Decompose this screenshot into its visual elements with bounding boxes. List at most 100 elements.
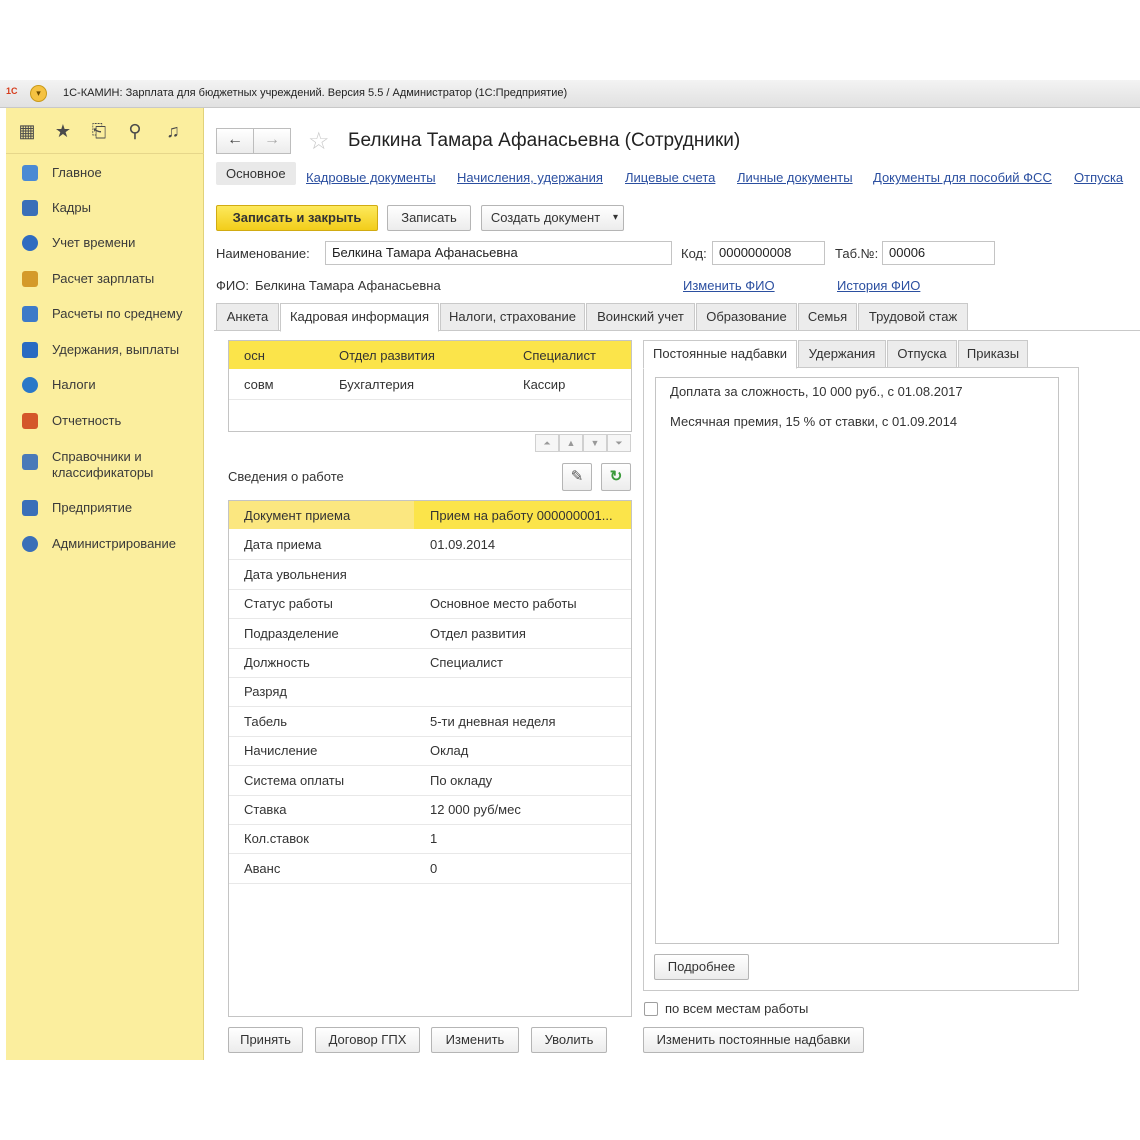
linktab-accounts[interactable]: Лицевые счета [625, 170, 715, 185]
table-cell-key: Система оплаты [244, 772, 345, 788]
sidebar-item-label: Главное [52, 165, 102, 180]
move-bottom-icon[interactable]: ⏷ [607, 434, 631, 452]
hire-button[interactable]: Принять [228, 1027, 303, 1053]
sidebar-item-enterprise[interactable]: Предприятие [6, 493, 204, 523]
table-cell-key: Табель [244, 713, 288, 729]
grid-icon[interactable]: ▦ [16, 120, 38, 142]
linktab-vacations[interactable]: Отпуска [1074, 170, 1123, 185]
linktab-hr-docs[interactable]: Кадровые документы [306, 170, 436, 185]
move-down-icon[interactable]: ▼ [583, 434, 607, 452]
name-field[interactable]: Белкина Тамара Афанасьевна [325, 241, 672, 265]
table-cell-key: Подразделение [244, 625, 339, 641]
chart-icon [22, 306, 38, 322]
code-field[interactable]: 0000000008 [712, 241, 825, 265]
sidebar-item-label: Отчетность [52, 413, 122, 428]
table-cell-key: Начисление [244, 743, 318, 759]
table-cell-value: Оклад [430, 743, 469, 759]
bell-icon[interactable]: ♫ [162, 120, 184, 142]
wallet-icon [22, 342, 38, 358]
linktab-accruals[interactable]: Начисления, удержания [457, 170, 603, 185]
table-cell-value: 0 [430, 860, 438, 876]
sidebar-item-average[interactable]: Расчеты по среднему [6, 299, 204, 329]
change-fio-link[interactable]: Изменить ФИО [683, 278, 775, 293]
tab-hr-info[interactable]: Кадровая информация [280, 303, 439, 332]
tab-number-field[interactable]: 00006 [882, 241, 995, 265]
tax-icon [22, 377, 38, 393]
table-cell[interactable]: совм [244, 377, 274, 392]
tab-orders[interactable]: Приказы [958, 340, 1028, 368]
tab-taxes[interactable]: Налоги, страхование [440, 303, 585, 331]
tab-education[interactable]: Образование [696, 303, 797, 331]
more-button[interactable]: Подробнее [654, 954, 749, 980]
row-divider [229, 882, 631, 884]
save-close-button[interactable]: Записать и закрыть [216, 205, 378, 231]
table-cell: Специалист [523, 348, 596, 363]
table-cell-value: 01.09.2014 [430, 537, 496, 553]
tab-deductions[interactable]: Удержания [798, 340, 886, 368]
table-cell-key: Разряд [244, 684, 287, 700]
sidebar-item-catalogs[interactable]: Справочники и классификаторы [6, 442, 204, 482]
page-title: Белкина Тамара Афанасьевна (Сотрудники) [348, 130, 741, 151]
name-label: Наименование: [216, 246, 310, 261]
back-button[interactable]: ← [216, 128, 254, 154]
history-icon[interactable]: ⎗ [88, 120, 110, 142]
report-icon [22, 413, 38, 429]
tab-questionnaire[interactable]: Анкета [216, 303, 279, 331]
tab-family[interactable]: Семья [798, 303, 857, 331]
change-button[interactable]: Изменить [431, 1027, 519, 1053]
sidebar: ▦ ★ ⎗ ⚲ ♫ Главное Кадры Учет времени Рас… [6, 108, 204, 1060]
table-cell-value: Прием на работу 000000001... [430, 508, 613, 523]
table-cell-value: По окладу [430, 772, 493, 788]
tab-allowances[interactable]: Постоянные надбавки [643, 340, 797, 369]
sidebar-item-payroll[interactable]: Расчет зарплаты [6, 264, 204, 294]
all-places-checkbox[interactable] [644, 1002, 658, 1016]
sidebar-toolbar: ▦ ★ ⎗ ⚲ ♫ [6, 108, 204, 154]
table-row[interactable] [229, 677, 631, 706]
edit-icon[interactable]: ✎ [562, 463, 592, 491]
create-document-button[interactable]: Создать документ ▾ [481, 205, 624, 231]
main-menu-button[interactable]: ▾ [30, 85, 47, 102]
favorite-star-icon[interactable]: ☆ [308, 127, 330, 156]
home-icon [22, 165, 38, 181]
change-allowances-button[interactable]: Изменить постоянные надбавки [643, 1027, 864, 1053]
list-item[interactable]: Месячная премия, 15 % от ставки, с 01.09… [670, 414, 957, 429]
sidebar-item-taxes[interactable]: Налоги [6, 370, 204, 400]
sidebar-item-main[interactable]: Главное [6, 158, 204, 188]
linktab-main[interactable]: Основное [216, 162, 296, 185]
forward-button[interactable]: → [253, 128, 291, 154]
table-cell: осн [244, 348, 265, 363]
refresh-icon[interactable]: ↻ [601, 463, 631, 491]
table-cell-key: Документ приема [244, 508, 351, 523]
move-top-icon[interactable]: ⏶ [535, 434, 559, 452]
sidebar-item-label: Расчет зарплаты [52, 271, 155, 286]
contract-button[interactable]: Договор ГПХ [315, 1027, 420, 1053]
sidebar-item-time[interactable]: Учет времени [6, 228, 204, 258]
sidebar-item-admin[interactable]: Администрирование [6, 529, 204, 559]
sidebar-item-personnel[interactable]: Кадры [6, 193, 204, 223]
factory-icon [22, 500, 38, 516]
sidebar-item-label: классификаторы [52, 465, 154, 480]
table-cell-key: Статус работы [244, 596, 333, 612]
sidebar-item-deductions[interactable]: Удержания, выплаты [6, 335, 204, 365]
linktab-personal-docs[interactable]: Личные документы [737, 170, 853, 185]
dismiss-button[interactable]: Уволить [531, 1027, 607, 1053]
window-titlebar: 1С ▾ 1С-КАМИН: Зарплата для бюджетных уч… [0, 80, 1140, 108]
tab-experience[interactable]: Трудовой стаж [858, 303, 968, 331]
sidebar-item-reports[interactable]: Отчетность [6, 406, 204, 436]
list-item[interactable]: Доплата за сложность, 10 000 руб., с 01.… [670, 384, 963, 399]
calculator-icon [22, 271, 38, 287]
sidebar-item-label: Кадры [52, 200, 91, 215]
move-up-icon[interactable]: ▲ [559, 434, 583, 452]
tab-military[interactable]: Воинский учет [586, 303, 695, 331]
history-fio-link[interactable]: История ФИО [837, 278, 920, 293]
all-places-label: по всем местам работы [665, 1001, 809, 1016]
star-icon[interactable]: ★ [52, 120, 74, 142]
tab-vacations-right[interactable]: Отпуска [887, 340, 957, 368]
search-icon[interactable]: ⚲ [124, 120, 146, 142]
table-cell-key: Дата увольнения [244, 566, 347, 582]
save-button[interactable]: Записать [387, 205, 471, 231]
linktab-fss-docs[interactable]: Документы для пособий ФСС [873, 170, 1052, 185]
sidebar-item-label: Администрирование [52, 536, 176, 551]
book-icon [22, 454, 38, 470]
table-cell-value: 12 000 руб/мес [430, 802, 521, 817]
